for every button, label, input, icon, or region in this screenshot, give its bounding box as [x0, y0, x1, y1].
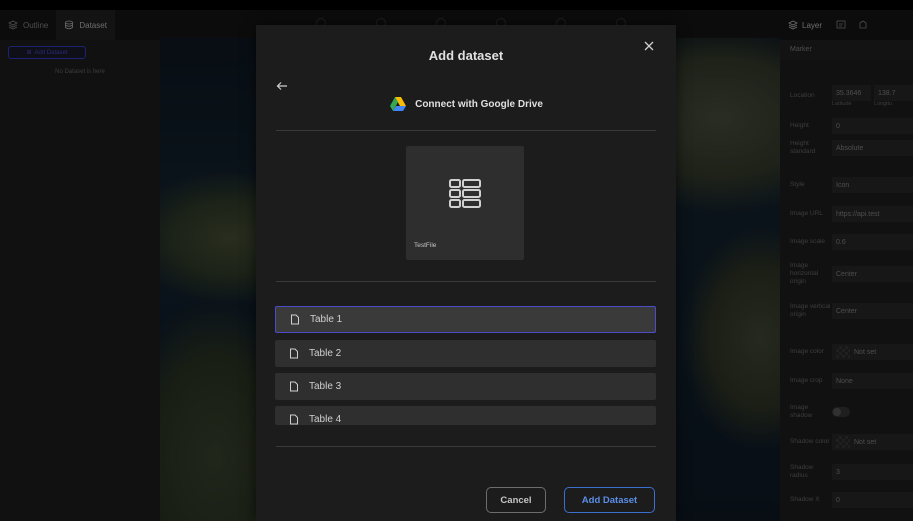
table-item[interactable]: Table 4	[275, 406, 656, 425]
file-icon	[290, 381, 298, 392]
close-button[interactable]	[641, 38, 657, 54]
file-icon	[291, 314, 299, 325]
spreadsheet-icon	[449, 179, 481, 208]
back-button[interactable]	[274, 78, 290, 94]
table-item[interactable]: Table 1	[275, 306, 656, 333]
divider	[276, 281, 656, 282]
table-item-label: Table 1	[310, 314, 343, 325]
google-drive-icon	[390, 97, 407, 111]
table-item-label: Table 2	[309, 348, 342, 359]
table-item-label: Table 4	[309, 414, 342, 425]
file-icon	[290, 348, 298, 359]
arrow-left-icon	[276, 82, 287, 90]
add-dataset-button[interactable]: Add Dataset	[564, 487, 655, 513]
divider	[276, 130, 656, 131]
table-item[interactable]: Table 2	[275, 340, 656, 367]
table-item-label: Table 3	[309, 381, 342, 392]
modal-title: Add dataset	[428, 48, 504, 63]
cancel-button[interactable]: Cancel	[486, 487, 546, 513]
file-name: TestFile	[414, 242, 437, 249]
file-card[interactable]: TestFile	[406, 146, 524, 260]
connect-label: Connect with Google Drive	[415, 98, 543, 110]
divider	[276, 446, 656, 447]
connect-google-drive: Connect with Google Drive	[256, 96, 676, 112]
add-dataset-modal: Add dataset Connect with Google Drive Te…	[256, 25, 676, 521]
file-icon	[290, 414, 298, 425]
close-icon	[644, 41, 654, 51]
table-item[interactable]: Table 3	[275, 373, 656, 400]
